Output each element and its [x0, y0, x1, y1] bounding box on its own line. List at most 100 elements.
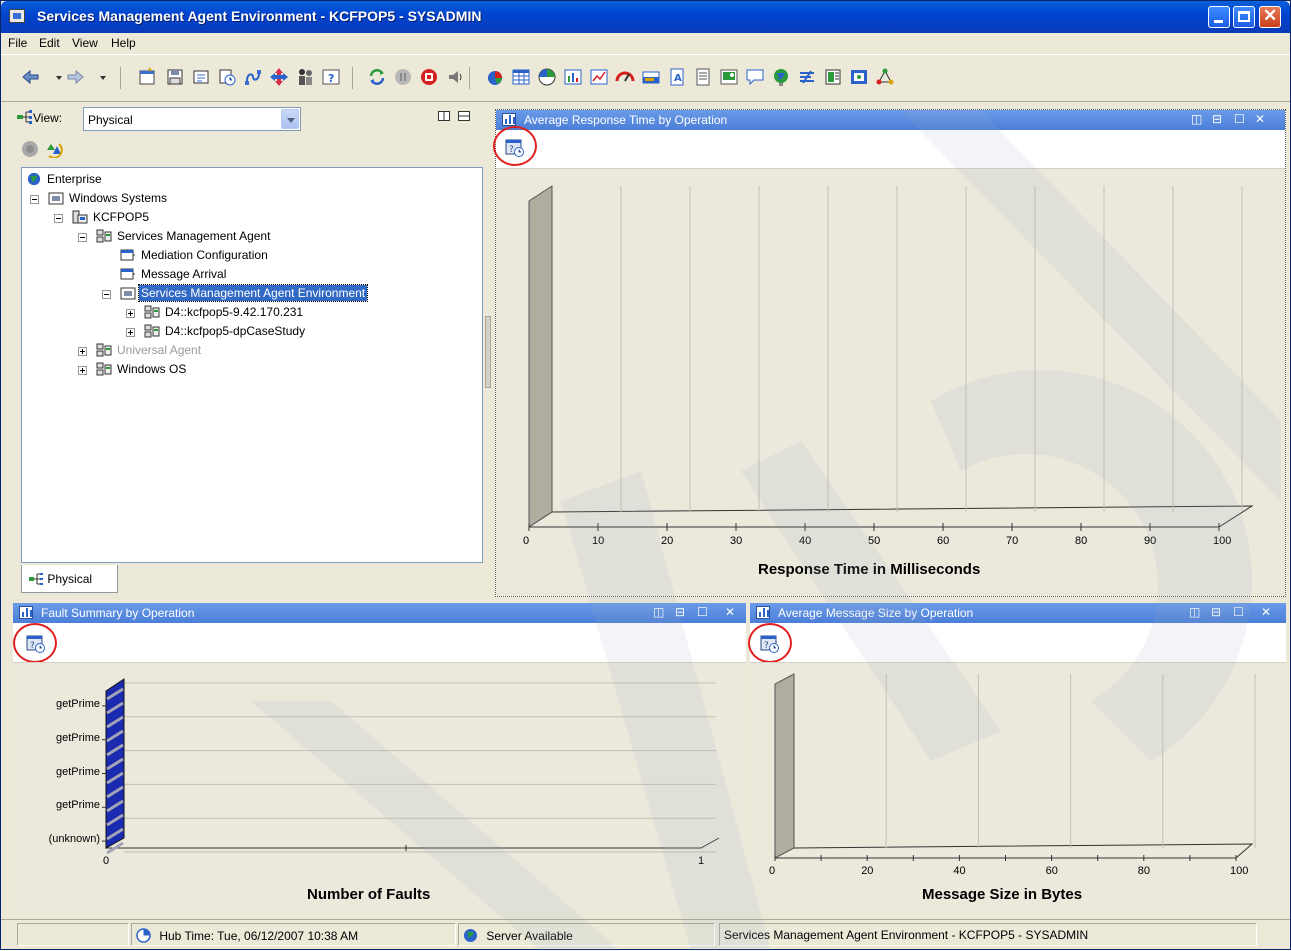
- menu-view[interactable]: View: [72, 36, 98, 50]
- topology-icon[interactable]: [875, 67, 895, 87]
- maximize-panel-icon[interactable]: ☐: [697, 605, 708, 619]
- folder-icon: [48, 191, 64, 205]
- split-vertical-icon[interactable]: ◫: [1189, 605, 1200, 619]
- help-icon[interactable]: ?: [321, 67, 341, 87]
- situation-icon[interactable]: [849, 67, 869, 87]
- tree-node[interactable]: D4::kcfpop5-9.42.170.231: [144, 305, 305, 323]
- tree-node[interactable]: D4::kcfpop5-dpCaseStudy: [144, 324, 307, 342]
- tree-node[interactable]: Services Management Agent: [96, 229, 272, 247]
- window-title: Services Management Agent Environment - …: [37, 8, 482, 24]
- menu-file[interactable]: File: [8, 36, 27, 50]
- gauge-pie-icon[interactable]: [537, 67, 557, 87]
- tab-physical[interactable]: Physical: [21, 565, 118, 593]
- forward-arrow-icon[interactable]: [65, 67, 85, 87]
- split-vertical-icon[interactable]: ◫: [653, 605, 664, 619]
- minimize-button[interactable]: [1208, 6, 1230, 28]
- refresh-icon[interactable]: [367, 67, 387, 87]
- split-horizontal-icon[interactable]: [458, 110, 470, 122]
- collapse-icon[interactable]: [102, 290, 111, 299]
- tree-node[interactable]: Windows Systems: [48, 191, 169, 209]
- close-panel-icon[interactable]: ✕: [725, 605, 735, 619]
- split-vertical-icon[interactable]: ◫: [1191, 112, 1202, 126]
- computer-icon: [72, 210, 88, 224]
- back-arrow-icon[interactable]: [21, 67, 41, 87]
- new-workspace-icon[interactable]: [137, 67, 157, 87]
- graphic-view-icon[interactable]: [719, 67, 739, 87]
- navigate-icon[interactable]: [269, 67, 289, 87]
- pause-icon[interactable]: [393, 67, 413, 87]
- agent-icon: [96, 229, 112, 243]
- table-icon[interactable]: [511, 67, 531, 87]
- notepad-icon[interactable]: A: [667, 67, 687, 87]
- users-icon[interactable]: [295, 67, 315, 87]
- tree-node[interactable]: Windows OS: [96, 362, 188, 380]
- x-tick-label: 50: [868, 535, 881, 547]
- circular-gauge-icon[interactable]: [615, 67, 635, 87]
- tree-node[interactable]: Enterprise: [26, 172, 104, 190]
- split-horizontal-icon[interactable]: ⊟: [675, 605, 685, 619]
- tree-node[interactable]: Universal Agent: [96, 343, 203, 361]
- tree-node[interactable]: KCFPOP5: [72, 210, 151, 228]
- save-icon[interactable]: [165, 67, 185, 87]
- plot-chart-icon[interactable]: [589, 67, 609, 87]
- bar-chart-icon: [756, 606, 770, 619]
- split-vertical-icon[interactable]: [438, 110, 450, 122]
- split-horizontal-icon[interactable]: ⊟: [1211, 605, 1221, 619]
- time-span-icon[interactable]: [217, 67, 237, 87]
- y-category-label: getPrime: [55, 765, 100, 778]
- close-panel-icon[interactable]: ✕: [1261, 605, 1271, 619]
- maximize-button[interactable]: [1233, 6, 1255, 28]
- message-size-title-bar: Average Message Size by Operation ◫ ⊟ ☐ …: [750, 603, 1286, 623]
- main-window: Services Management Agent Environment - …: [0, 0, 1291, 951]
- bar-chart-icon[interactable]: [563, 67, 583, 87]
- tree-node[interactable]: Services Management Agent Environment: [120, 284, 369, 304]
- update-navigator-icon[interactable]: [45, 140, 63, 159]
- split-horizontal-icon[interactable]: ⊟: [1212, 112, 1222, 126]
- collapse-icon[interactable]: [30, 195, 39, 204]
- terminal-icon[interactable]: [797, 67, 817, 87]
- chevron-down-icon[interactable]: [281, 109, 299, 129]
- close-button[interactable]: ✕: [1259, 6, 1281, 28]
- x-tick-label: 80: [1137, 865, 1151, 877]
- expand-icon[interactable]: [78, 347, 87, 356]
- y-category-label: (unknown): [48, 833, 100, 846]
- properties-icon[interactable]: [191, 67, 211, 87]
- event-console-icon[interactable]: [693, 67, 713, 87]
- maximize-panel-icon[interactable]: ☐: [1234, 112, 1245, 126]
- hub-time-pane: Hub Time: Tue, 06/12/2007 10:38 AM: [131, 923, 456, 946]
- collapse-icon[interactable]: [78, 233, 87, 242]
- context-pane: Services Management Agent Environment - …: [719, 923, 1257, 946]
- maximize-panel-icon[interactable]: ☐: [1233, 605, 1244, 619]
- take-action-icon[interactable]: [823, 67, 843, 87]
- tree-node[interactable]: Message Arrival: [120, 267, 228, 285]
- expand-icon[interactable]: [126, 328, 135, 337]
- workspace-icon: [120, 267, 136, 281]
- fault-summary-title: Fault Summary by Operation: [41, 606, 195, 620]
- view-select-value: Physical: [88, 113, 133, 127]
- menu-help[interactable]: Help: [111, 36, 136, 50]
- bar-chart-icon: [502, 113, 516, 126]
- view-select[interactable]: Physical: [83, 107, 301, 131]
- tree-node-label: Windows Systems: [69, 191, 168, 205]
- expand-icon[interactable]: [78, 366, 87, 375]
- link-icon[interactable]: [243, 67, 263, 87]
- x-tick-label: 30: [730, 535, 743, 547]
- x-tick-label: 100: [1230, 865, 1249, 877]
- stop-icon[interactable]: [419, 67, 439, 87]
- stop-update-icon[interactable]: [21, 140, 39, 158]
- forward-dropdown-icon[interactable]: [93, 67, 106, 87]
- menu-edit[interactable]: Edit: [39, 36, 60, 50]
- tree-node[interactable]: Mediation Configuration: [120, 248, 270, 266]
- back-dropdown-icon[interactable]: [49, 67, 62, 87]
- splitter-handle[interactable]: [485, 316, 491, 388]
- close-panel-icon[interactable]: ✕: [1255, 112, 1265, 126]
- x-tick-label: 60: [1045, 865, 1058, 877]
- linear-gauge-icon[interactable]: [641, 67, 661, 87]
- collapse-icon[interactable]: [54, 214, 63, 223]
- pie-chart-icon[interactable]: [485, 67, 505, 87]
- expand-icon[interactable]: [126, 309, 135, 318]
- message-icon[interactable]: [745, 67, 765, 87]
- sound-icon[interactable]: [445, 67, 465, 87]
- browser-icon[interactable]: [771, 67, 791, 87]
- title-bar[interactable]: Services Management Agent Environment - …: [1, 1, 1290, 33]
